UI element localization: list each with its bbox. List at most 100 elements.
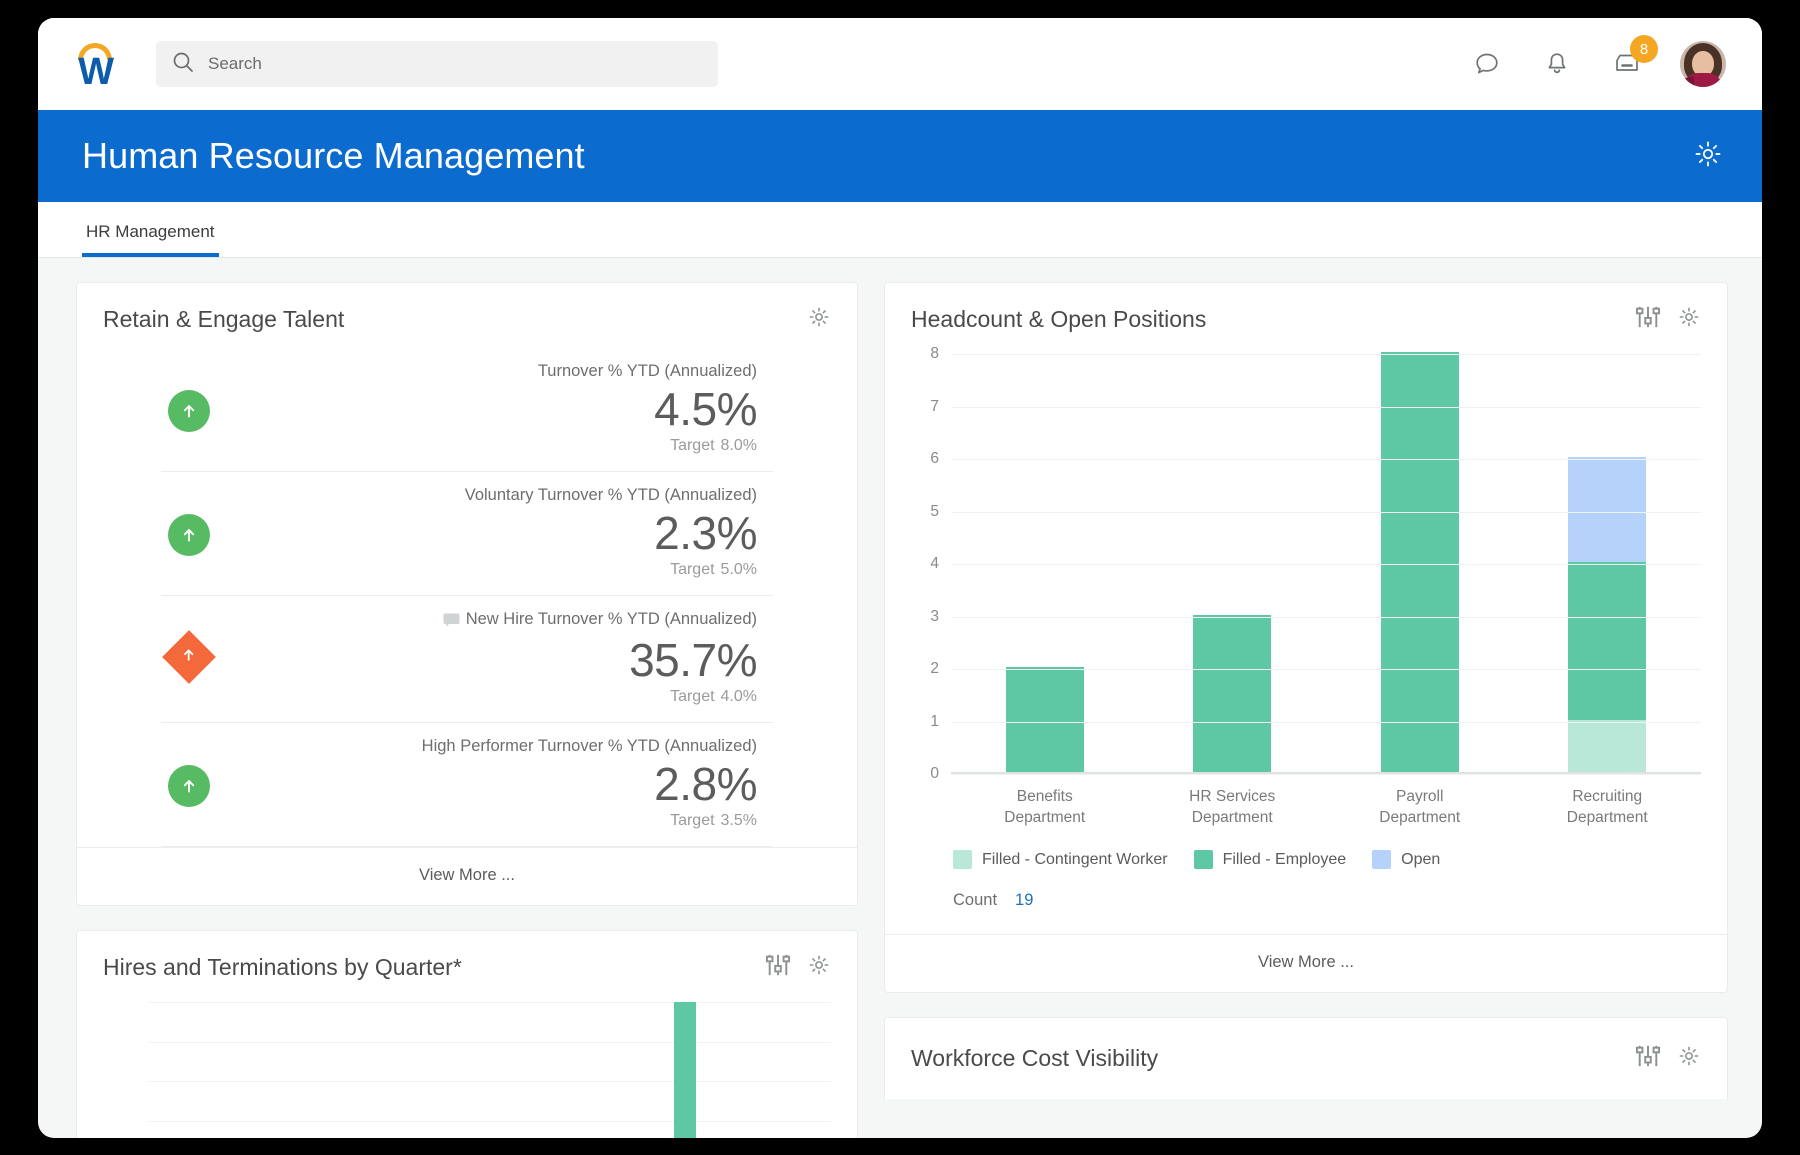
chart-bar-column[interactable] [1326,354,1514,772]
chart-bar-column[interactable] [149,1002,246,1138]
kpi-row[interactable]: Turnover % YTD (Annualized) 4.5% Target 8… [161,348,773,472]
kpi-target: Target 5.0% [217,561,757,579]
chart-bar-stack[interactable] [1568,457,1646,772]
count-label: Count [953,891,997,910]
kpi-value: 2.8% [217,756,757,812]
chart-bar-column[interactable] [951,354,1139,772]
chart-bar-segment[interactable] [1381,352,1459,772]
chart-bar-column[interactable] [734,1002,831,1138]
chart-bar-segment[interactable] [1193,615,1271,773]
legend-label: Filled - Contingent Worker [982,851,1168,869]
chart-bar-stack[interactable] [1193,615,1271,773]
search-input[interactable] [208,54,702,74]
tab-hr-management[interactable]: HR Management [82,222,219,257]
workday-logo-icon[interactable]: W [68,36,124,92]
chart-bar[interactable] [674,1002,696,1138]
card-headcount-open-positions: Headcount & Open Positions [884,282,1728,993]
chart-bar-column[interactable] [441,1002,538,1138]
chart-bar-segment[interactable] [1568,457,1646,562]
kpi-label: Turnover % YTD (Annualized) [217,362,757,381]
chart-gridline [951,564,1701,565]
gear-icon[interactable] [807,305,831,334]
chart-bar-segment[interactable] [1568,562,1646,720]
avatar[interactable] [1680,41,1726,87]
legend-swatch [953,850,972,869]
chart-legend-item[interactable]: Filled - Employee [1194,850,1347,869]
inbox-icon[interactable]: 8 [1610,47,1644,81]
chart-headcount-open-positions[interactable]: 012345678 BenefitsDepartmentHR ServicesD… [885,344,1727,934]
chart-y-tick: 0 [930,765,939,783]
card-title-retain-engage: Retain & Engage Talent [103,306,344,333]
chart-plot-area: 012345678 [951,354,1701,774]
card-title-hires-terminations: Hires and Terminations by Quarter* [103,954,462,981]
avatar-shoulder [1680,77,1694,87]
view-more-link[interactable]: View More ... [77,847,857,905]
page-header: Human Resource Management [38,110,1762,202]
count-row: Count 19 [911,869,1701,934]
card-hires-terminations: Hires and Terminations by Quarter* [76,930,858,1138]
kpi-row[interactable]: High Performer Turnover % YTD (Annualize… [161,723,773,847]
chart-y-tick: 7 [930,398,939,416]
right-column: Headcount & Open Positions [884,282,1728,1138]
card-header: Headcount & Open Positions [885,283,1727,344]
chart-bar-segment[interactable] [1568,720,1646,773]
arrow-up-diamond-icon [162,630,216,684]
kpi-list: Turnover % YTD (Annualized) 4.5% Target 8… [77,344,857,847]
chart-gridline [951,722,1701,723]
chart-y-tick: 4 [930,555,939,573]
chart-bar-stack[interactable] [1006,667,1084,772]
kpi-target-value: 4.0% [721,688,757,705]
comment-icon[interactable] [443,613,460,632]
kpi-indicator [161,737,217,807]
chart-bar-segment[interactable] [1006,667,1084,772]
kpi-target-label: Target [670,561,714,578]
kpi-target-value: 8.0% [721,437,757,454]
chart-bar-stack[interactable] [1381,352,1459,772]
kpi-indicator [161,610,217,676]
kpi-row[interactable]: Voluntary Turnover % YTD (Annualized) 2.… [161,472,773,596]
kpi-target-value: 5.0% [721,561,757,578]
card-title-headcount: Headcount & Open Positions [911,306,1206,333]
chart-gridline [951,407,1701,408]
search-bar[interactable] [156,41,718,87]
gear-icon[interactable] [1677,305,1701,334]
chart-x-axis-labels: BenefitsDepartmentHR ServicesDepartmentP… [951,774,1701,828]
gear-icon[interactable] [807,953,831,982]
app-window: W [38,18,1762,1138]
chart-bars [951,354,1701,772]
chart-bar-column[interactable] [539,1002,636,1138]
kpi-row[interactable]: New Hire Turnover % YTD (Annualized) 35.… [161,596,773,723]
page-title: Human Resource Management [82,135,585,177]
chart-bar-column[interactable] [246,1002,343,1138]
chart-gridline [951,617,1701,618]
kpi-value: 4.5% [217,381,757,437]
chart-legend-item[interactable]: Filled - Contingent Worker [953,850,1168,869]
header-gear-icon[interactable] [1692,138,1724,175]
card-tools [765,953,831,982]
count-value[interactable]: 19 [1015,891,1033,910]
chart-bar-column[interactable] [1139,354,1327,772]
kpi-target: Target3.5% [217,812,757,830]
chart-gridline [951,459,1701,460]
view-more-link[interactable]: View More ... [885,934,1727,992]
chart-y-tick: 6 [930,450,939,468]
legend-swatch [1372,850,1391,869]
logo-w-letter: W [68,52,124,92]
kpi-target-label: Target [670,437,714,454]
chat-icon[interactable] [1470,47,1504,81]
chart-hires-terminations[interactable]: 1214161820 [149,1002,831,1138]
chart-bar-column[interactable] [1514,354,1702,772]
chart-bar-column[interactable] [636,1002,733,1138]
filter-sliders-icon[interactable] [1635,1044,1661,1073]
kpi-body: New Hire Turnover % YTD (Annualized) 35.… [217,610,773,706]
chart-legend-item[interactable]: Open [1372,850,1440,869]
filter-sliders-icon[interactable] [765,953,791,982]
chart-bar-column[interactable] [344,1002,441,1138]
filter-sliders-icon[interactable] [1635,305,1661,334]
global-topbar: W [38,18,1762,110]
gear-icon[interactable] [1677,1044,1701,1073]
kpi-target: Target 8.0% [217,437,757,455]
kpi-target-label: Target [670,812,714,829]
bell-icon[interactable] [1540,47,1574,81]
card-title-workforce-cost: Workforce Cost Visibility [911,1045,1158,1072]
